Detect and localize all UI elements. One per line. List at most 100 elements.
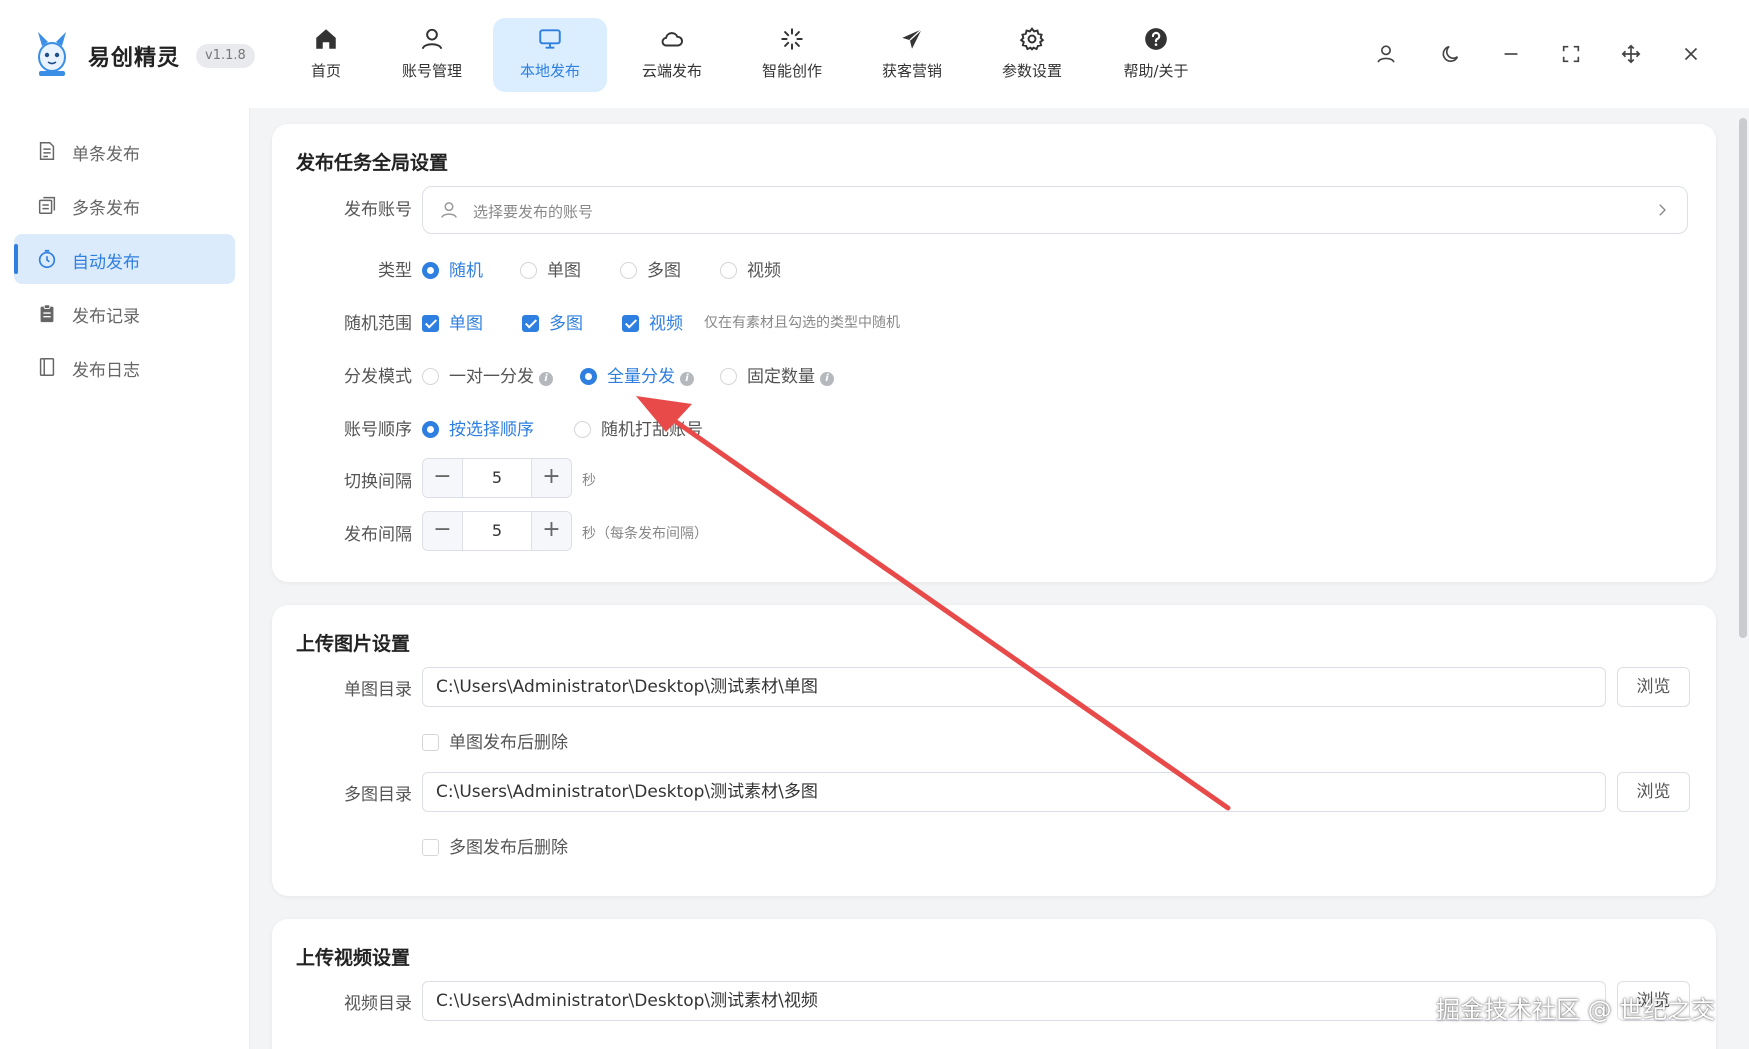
nav-parameter-settings[interactable]: 参数设置 <box>992 18 1072 92</box>
distribution-mode-label: 分发模式 <box>344 367 412 387</box>
single-image-dir-label: 单图目录 <box>344 680 412 700</box>
sidebar-item-publish-records[interactable]: 发布记录 <box>14 288 235 338</box>
mode-option-fixed-count[interactable]: 固定数量 i <box>720 362 834 387</box>
publish-interval-stepper: − 5 + <box>422 511 572 551</box>
nav-label: 智能创作 <box>761 62 822 80</box>
scrollbar-thumb[interactable] <box>1739 118 1747 638</box>
app-logo <box>38 32 66 76</box>
type-option-video[interactable]: 视频 <box>720 256 781 281</box>
card-title: 发布任务全局设置 <box>296 152 449 174</box>
switch-interval-stepper: − 5 + <box>422 458 572 498</box>
increment-button[interactable]: + <box>531 512 571 550</box>
decrement-button[interactable]: − <box>423 512 463 550</box>
order-option-selection[interactable]: 按选择顺序 <box>422 415 534 440</box>
mode-option-full[interactable]: 全量分发 i <box>580 362 694 387</box>
user-profile-button[interactable] <box>1372 40 1400 68</box>
nav-label: 账号管理 <box>401 62 462 80</box>
type-option-single-image[interactable]: 单图 <box>520 256 581 281</box>
radio-checked <box>422 421 439 438</box>
nav-label: 首页 <box>310 62 341 80</box>
nav-help-about[interactable]: 帮助/关于 <box>1110 18 1202 92</box>
paper-plane-icon <box>872 26 952 56</box>
global-settings-card: 发布任务全局设置 发布账号 选择要发布的账号 类型 随机 单图 多图 视频 随机… <box>272 124 1716 582</box>
nav-home[interactable]: 首页 <box>294 18 358 92</box>
cloud-icon <box>632 26 712 56</box>
sidebar-item-label: 发布记录 <box>72 307 140 327</box>
random-range-hint: 仅在有素材且勾选的类型中随机 <box>704 315 900 331</box>
close-button[interactable] <box>1677 40 1705 68</box>
info-icon[interactable]: i <box>539 372 553 386</box>
sidebar-item-publish-log[interactable]: 发布日志 <box>14 342 235 392</box>
radio-checked <box>580 368 597 385</box>
info-icon[interactable]: i <box>680 372 694 386</box>
order-option-shuffle[interactable]: 随机打乱账号 <box>574 415 703 440</box>
type-option-multi-image[interactable]: 多图 <box>620 256 681 281</box>
account-placeholder: 选择要发布的账号 <box>473 203 594 221</box>
switch-interval-value[interactable]: 5 <box>463 459 531 497</box>
move-icon <box>1621 44 1641 64</box>
sidebar-item-label: 单条发布 <box>72 145 140 165</box>
single-image-delete-checkbox[interactable]: 单图发布后删除 <box>422 728 568 753</box>
nav-local-publish[interactable]: 本地发布 <box>493 18 607 92</box>
range-checkbox-single-image[interactable]: 单图 <box>422 309 483 334</box>
nav-label: 获客营销 <box>881 62 942 80</box>
nav-customer-marketing[interactable]: 获客营销 <box>872 18 952 92</box>
radio-unchecked <box>620 262 637 279</box>
multi-image-delete-checkbox[interactable]: 多图发布后删除 <box>422 833 568 858</box>
browse-button[interactable]: 浏览 <box>1617 772 1690 812</box>
close-icon <box>1684 47 1698 61</box>
checkbox-unchecked <box>422 839 439 856</box>
user-icon <box>1377 45 1395 63</box>
browse-button[interactable]: 浏览 <box>1617 667 1690 707</box>
type-option-random[interactable]: 随机 <box>422 256 483 281</box>
account-order-label: 账号顺序 <box>344 420 412 440</box>
sidebar: 单条发布 多条发布 自动发布 发布记录 发布日志 <box>0 108 250 1049</box>
dark-mode-button[interactable] <box>1437 40 1465 68</box>
fullscreen-icon <box>1562 45 1580 63</box>
checkbox-checked <box>622 315 639 332</box>
question-icon <box>1110 26 1202 56</box>
sidebar-item-label: 多条发布 <box>72 199 140 219</box>
nav-label: 参数设置 <box>1001 62 1062 80</box>
nav-label: 帮助/关于 <box>1123 62 1189 80</box>
decrement-button[interactable]: − <box>423 459 463 497</box>
user-icon <box>392 26 472 56</box>
multi-image-dir-input[interactable]: C:\Users\Administrator\Desktop\测试素材\多图 <box>422 772 1606 812</box>
publish-interval-label: 发布间隔 <box>344 525 412 545</box>
account-select[interactable]: 选择要发布的账号 <box>422 186 1688 234</box>
timer-icon <box>38 249 56 269</box>
increment-button[interactable]: + <box>531 459 571 497</box>
sidebar-item-label: 发布日志 <box>72 361 140 381</box>
nav-label: 本地发布 <box>519 62 580 80</box>
range-checkbox-multi-image[interactable]: 多图 <box>522 309 583 334</box>
minimize-button[interactable] <box>1497 40 1525 68</box>
monitor-icon <box>493 26 607 56</box>
checkbox-checked <box>522 315 539 332</box>
single-image-dir-input[interactable]: C:\Users\Administrator\Desktop\测试素材\单图 <box>422 667 1606 707</box>
user-icon <box>441 202 457 218</box>
mode-option-one-to-one[interactable]: 一对一分发 i <box>422 362 553 387</box>
sidebar-item-single-publish[interactable]: 单条发布 <box>14 126 235 176</box>
account-label: 发布账号 <box>344 200 412 220</box>
radio-unchecked <box>422 368 439 385</box>
nav-cloud-publish[interactable]: 云端发布 <box>632 18 712 92</box>
sparkle-icon <box>752 26 832 56</box>
clipboard-icon <box>40 304 54 323</box>
publish-interval-value[interactable]: 5 <box>463 512 531 550</box>
card-title: 上传视频设置 <box>296 947 411 969</box>
video-dir-input[interactable]: C:\Users\Administrator\Desktop\测试素材\视频 <box>422 981 1606 1021</box>
radio-unchecked <box>720 262 737 279</box>
random-range-label: 随机范围 <box>344 314 412 334</box>
radio-unchecked <box>520 262 537 279</box>
sidebar-item-auto-publish[interactable]: 自动发布 <box>14 234 235 284</box>
radio-unchecked <box>720 368 737 385</box>
fullscreen-button[interactable] <box>1557 40 1585 68</box>
nav-account-management[interactable]: 账号管理 <box>392 18 472 92</box>
book-icon <box>39 358 55 376</box>
nav-smart-creation[interactable]: 智能创作 <box>752 18 832 92</box>
info-icon[interactable]: i <box>820 372 834 386</box>
range-checkbox-video[interactable]: 视频 <box>622 309 683 334</box>
video-dir-label: 视频目录 <box>344 994 412 1014</box>
move-window-button[interactable] <box>1617 40 1645 68</box>
sidebar-item-multi-publish[interactable]: 多条发布 <box>14 180 235 230</box>
